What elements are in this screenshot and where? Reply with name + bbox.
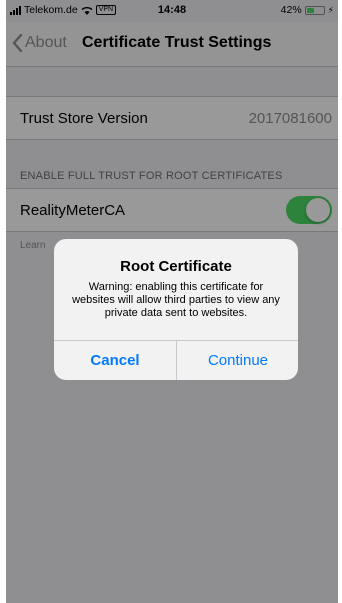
cancel-button[interactable]: Cancel bbox=[54, 341, 176, 380]
alert-message: Warning: enabling this certificate for w… bbox=[72, 281, 280, 319]
continue-button[interactable]: Continue bbox=[177, 341, 298, 380]
alert-title: Root Certificate bbox=[120, 258, 232, 275]
device-screen: Telekom.de VPN 14:48 42% ⚡ About Certifi… bbox=[6, 0, 338, 603]
root-certificate-alert: Root Certificate Warning: enabling this … bbox=[54, 239, 298, 380]
